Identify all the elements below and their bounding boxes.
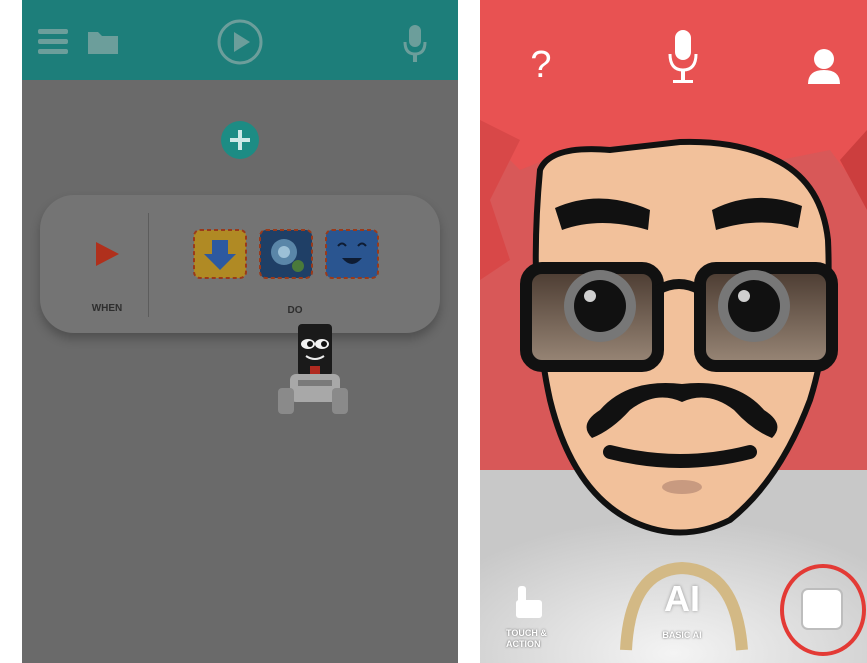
play-triangle-icon (92, 239, 122, 269)
ai-mode-label[interactable]: AI (652, 578, 712, 620)
card-divider (148, 213, 149, 317)
menu-icon[interactable] (36, 26, 72, 58)
action-block-down[interactable] (192, 228, 248, 280)
top-toolbar (22, 0, 458, 80)
help-icon[interactable]: ? (526, 42, 556, 88)
play-circle-icon[interactable] (216, 18, 264, 66)
do-label: DO (287, 305, 303, 316)
stop-highlight-circle (777, 562, 867, 658)
robot-mascot-icon[interactable] (276, 322, 350, 418)
action-block-face[interactable] (324, 228, 380, 280)
rule-card[interactable]: WHEN DO (40, 195, 440, 333)
programming-screen: WHEN DO (22, 0, 458, 663)
add-icon[interactable] (220, 120, 260, 160)
profile-icon[interactable] (806, 46, 842, 86)
action-block-timer[interactable] (258, 228, 314, 280)
robot-face-screen: ? TOUCH & ACTION AI BASIC AI (480, 0, 867, 663)
when-label: WHEN (91, 303, 123, 314)
microphone-icon[interactable] (400, 22, 430, 66)
touch-hand-icon[interactable] (512, 582, 546, 620)
basic-ai-label: BASIC AI (662, 630, 702, 640)
microphone-icon[interactable] (666, 28, 700, 86)
folder-icon[interactable] (84, 26, 124, 58)
touch-action-label-line1: TOUCH & (506, 628, 547, 638)
touch-action-label-line2: ACTION (506, 639, 541, 649)
